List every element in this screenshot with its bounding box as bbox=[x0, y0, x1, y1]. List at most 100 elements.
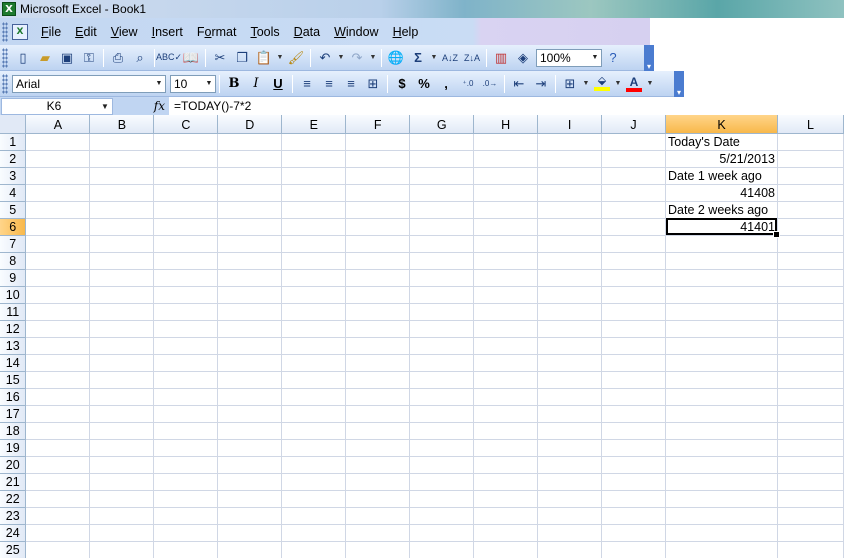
cell-l1[interactable] bbox=[777, 133, 844, 151]
column-header-h[interactable]: H bbox=[473, 115, 539, 134]
row-header-25[interactable]: 25 bbox=[0, 541, 27, 558]
cell-e11[interactable] bbox=[281, 303, 347, 321]
cell-a8[interactable] bbox=[25, 252, 91, 270]
redo-icon[interactable]: ↷ bbox=[346, 47, 368, 69]
cell-k7[interactable] bbox=[665, 235, 778, 253]
underline-button[interactable]: U bbox=[267, 73, 289, 95]
cell-c13[interactable] bbox=[153, 337, 219, 355]
cell-a22[interactable] bbox=[25, 490, 91, 508]
formula-input[interactable]: =TODAY()-7*2 bbox=[169, 99, 251, 113]
cell-c18[interactable] bbox=[153, 422, 219, 440]
cell-c15[interactable] bbox=[153, 371, 219, 389]
column-header-j[interactable]: J bbox=[601, 115, 666, 134]
row-header-2[interactable]: 2 bbox=[0, 150, 27, 168]
redo-dropdown-icon[interactable]: ▼ bbox=[368, 47, 378, 69]
cell-k21[interactable] bbox=[665, 473, 778, 491]
save-icon[interactable]: ▣ bbox=[56, 47, 78, 69]
cell-g22[interactable] bbox=[409, 490, 475, 508]
cell-c7[interactable] bbox=[153, 235, 219, 253]
cell-h1[interactable] bbox=[473, 133, 539, 151]
print-preview-icon[interactable]: ⌕ bbox=[129, 47, 151, 69]
font-size-select[interactable]: 10 ▼ bbox=[170, 74, 216, 93]
cell-f23[interactable] bbox=[345, 507, 411, 525]
row-header-15[interactable]: 15 bbox=[0, 371, 27, 389]
cell-k10[interactable] bbox=[665, 286, 778, 304]
toolbar-options-icon[interactable]: ▾ bbox=[674, 70, 684, 97]
zoom-select[interactable]: 100% ▼ bbox=[536, 48, 602, 67]
cell-b16[interactable] bbox=[89, 388, 155, 406]
cell-j2[interactable] bbox=[601, 150, 666, 168]
cell-k13[interactable] bbox=[665, 337, 778, 355]
paste-icon[interactable]: 📋 bbox=[253, 47, 275, 69]
menu-edit[interactable]: Edit bbox=[68, 25, 104, 39]
cell-c25[interactable] bbox=[153, 541, 219, 558]
cell-b13[interactable] bbox=[89, 337, 155, 355]
cell-f10[interactable] bbox=[345, 286, 411, 304]
cell-l4[interactable] bbox=[777, 184, 844, 202]
cell-g3[interactable] bbox=[409, 167, 475, 185]
row-header-24[interactable]: 24 bbox=[0, 524, 27, 542]
cell-b2[interactable] bbox=[89, 150, 155, 168]
cell-d6[interactable] bbox=[217, 218, 283, 236]
cell-l24[interactable] bbox=[777, 524, 844, 542]
menu-window[interactable]: Window bbox=[327, 25, 385, 39]
cell-g4[interactable] bbox=[409, 184, 475, 202]
cell-f7[interactable] bbox=[345, 235, 411, 253]
cell-h12[interactable] bbox=[473, 320, 539, 338]
cell-e22[interactable] bbox=[281, 490, 347, 508]
print-icon[interactable]: ⎙ bbox=[107, 47, 129, 69]
cell-i20[interactable] bbox=[537, 456, 603, 474]
cell-a21[interactable] bbox=[25, 473, 91, 491]
cell-g24[interactable] bbox=[409, 524, 475, 542]
research-icon[interactable]: 📖 bbox=[180, 47, 202, 69]
cell-a23[interactable] bbox=[25, 507, 91, 525]
cell-e19[interactable] bbox=[281, 439, 347, 457]
cell-e8[interactable] bbox=[281, 252, 347, 270]
cell-f21[interactable] bbox=[345, 473, 411, 491]
cell-i1[interactable] bbox=[537, 133, 603, 151]
cell-h21[interactable] bbox=[473, 473, 539, 491]
row-header-1[interactable]: 1 bbox=[0, 133, 27, 151]
cell-g13[interactable] bbox=[409, 337, 475, 355]
cell-h19[interactable] bbox=[473, 439, 539, 457]
cell-g9[interactable] bbox=[409, 269, 475, 287]
cell-k24[interactable] bbox=[665, 524, 778, 542]
cell-e18[interactable] bbox=[281, 422, 347, 440]
cell-i16[interactable] bbox=[537, 388, 603, 406]
align-right-icon[interactable]: ≡ bbox=[340, 73, 362, 95]
cell-g5[interactable] bbox=[409, 201, 475, 219]
toolbar-options-icon[interactable]: ▾ bbox=[644, 44, 654, 71]
cell-f25[interactable] bbox=[345, 541, 411, 558]
cell-l8[interactable] bbox=[777, 252, 844, 270]
sort-descending-icon[interactable]: Z↓A bbox=[461, 47, 483, 69]
cell-d18[interactable] bbox=[217, 422, 283, 440]
row-header-21[interactable]: 21 bbox=[0, 473, 27, 491]
cell-h2[interactable] bbox=[473, 150, 539, 168]
cell-g11[interactable] bbox=[409, 303, 475, 321]
column-header-g[interactable]: G bbox=[409, 115, 475, 134]
row-header-7[interactable]: 7 bbox=[0, 235, 27, 253]
cell-g1[interactable] bbox=[409, 133, 475, 151]
menu-view[interactable]: View bbox=[104, 25, 145, 39]
cell-l10[interactable] bbox=[777, 286, 844, 304]
cell-l19[interactable] bbox=[777, 439, 844, 457]
decrease-decimal-icon[interactable]: .0→ bbox=[479, 73, 501, 95]
cell-d2[interactable] bbox=[217, 150, 283, 168]
cell-b25[interactable] bbox=[89, 541, 155, 558]
cell-e25[interactable] bbox=[281, 541, 347, 558]
select-all-corner[interactable] bbox=[0, 115, 27, 134]
cell-j18[interactable] bbox=[601, 422, 666, 440]
cell-i10[interactable] bbox=[537, 286, 603, 304]
cell-k25[interactable] bbox=[665, 541, 778, 558]
cell-d16[interactable] bbox=[217, 388, 283, 406]
cell-k18[interactable] bbox=[665, 422, 778, 440]
row-header-13[interactable]: 13 bbox=[0, 337, 27, 355]
cell-h14[interactable] bbox=[473, 354, 539, 372]
cell-c16[interactable] bbox=[153, 388, 219, 406]
cell-g18[interactable] bbox=[409, 422, 475, 440]
row-header-12[interactable]: 12 bbox=[0, 320, 27, 338]
cell-j16[interactable] bbox=[601, 388, 666, 406]
cell-h11[interactable] bbox=[473, 303, 539, 321]
cell-j11[interactable] bbox=[601, 303, 666, 321]
cell-c21[interactable] bbox=[153, 473, 219, 491]
